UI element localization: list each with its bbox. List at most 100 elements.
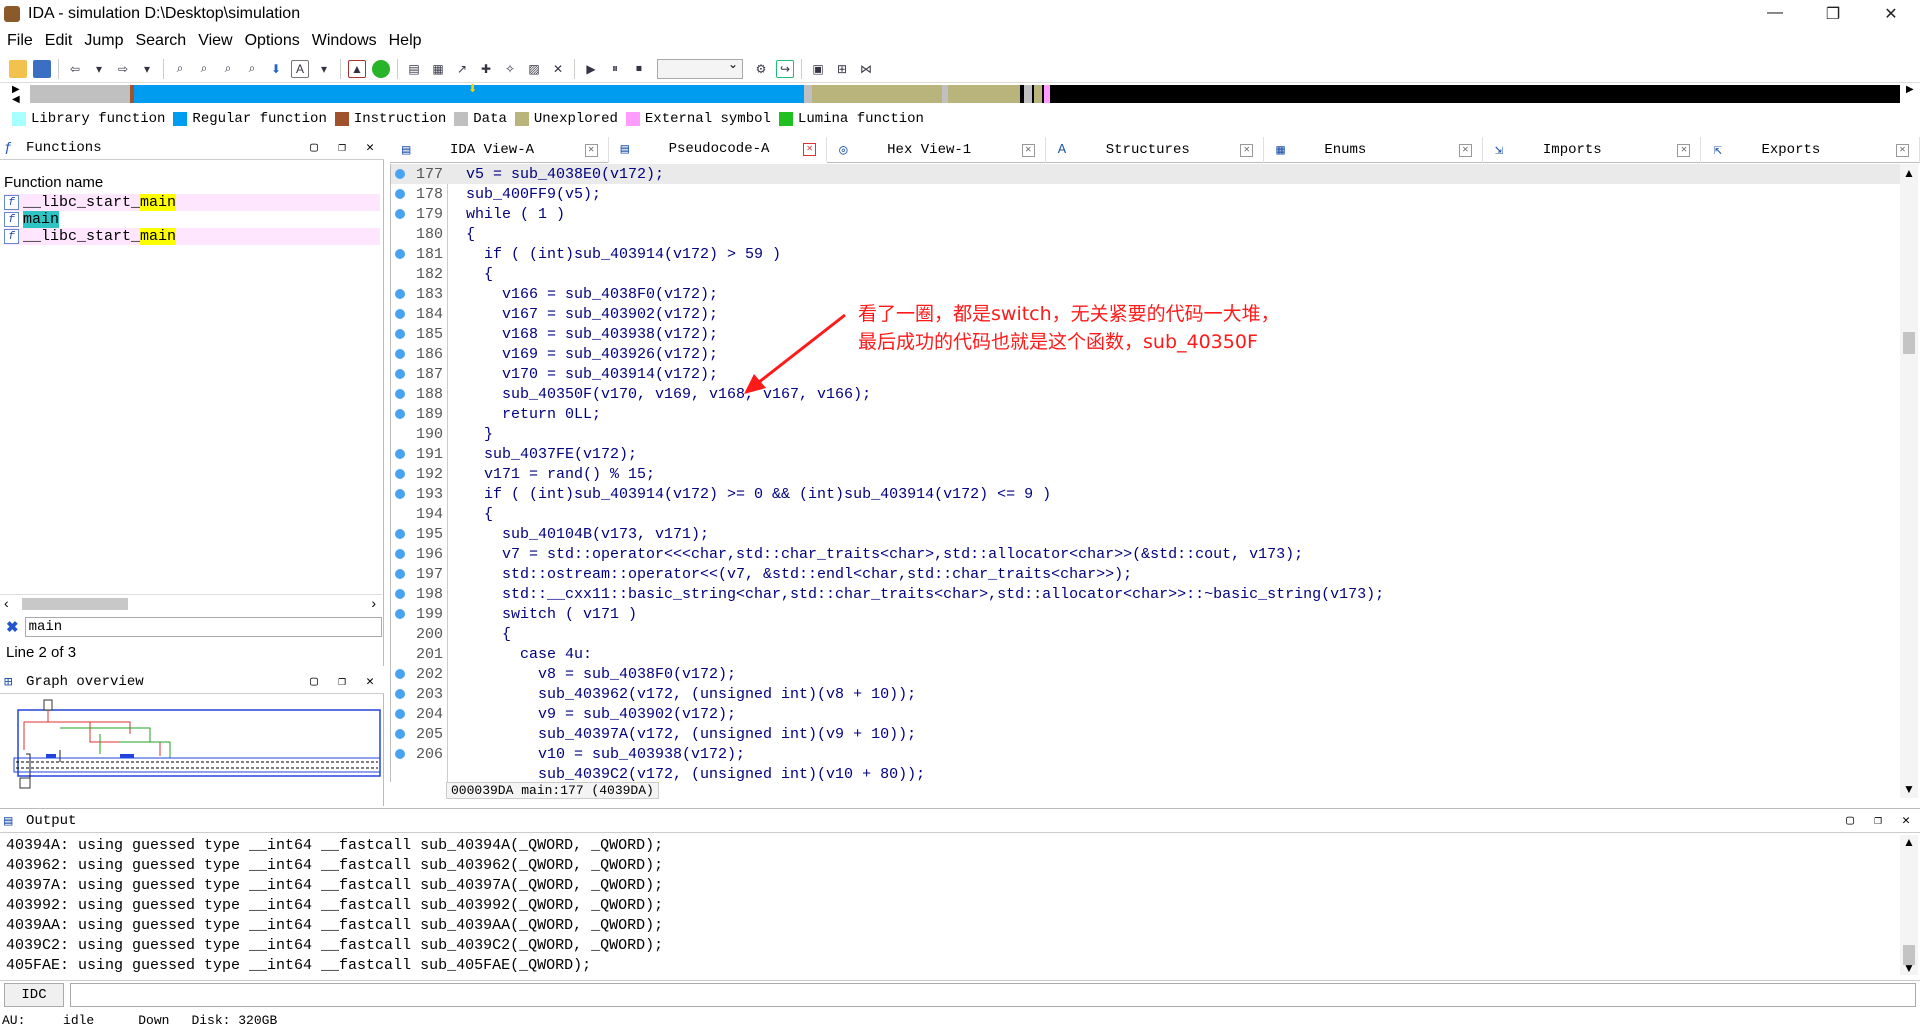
breakpoint-dot-icon[interactable] xyxy=(395,569,405,579)
scroll-up-icon[interactable]: ▲ xyxy=(1903,166,1915,180)
segments-icon[interactable]: ▤ xyxy=(405,60,423,78)
code-line[interactable]: 198 std::__cxx11::basic_string<char,std:… xyxy=(391,584,1900,604)
maximize-button[interactable]: ❐ xyxy=(1804,4,1862,24)
tab-close-icon[interactable]: ✕ xyxy=(803,142,817,156)
attach-icon[interactable]: ⚙ xyxy=(752,60,770,78)
menu-help[interactable]: Help xyxy=(389,32,422,50)
tab-structures[interactable]: A Structures ✕ xyxy=(1046,137,1265,163)
menu-view[interactable]: View xyxy=(198,32,232,50)
cancel-icon[interactable]: ✕ xyxy=(549,60,567,78)
code-line[interactable]: 179 while ( 1 ) xyxy=(391,204,1900,224)
panel-close-icon[interactable]: ✕ xyxy=(356,674,384,689)
functions-hscrollbar[interactable]: ‹ › xyxy=(0,594,382,612)
minimize-button[interactable]: — xyxy=(1746,4,1804,24)
panel-close-icon[interactable]: ✕ xyxy=(356,140,384,155)
code-line[interactable]: 189 return 0LL; xyxy=(391,404,1900,424)
tab-hex-view-1[interactable]: ◎ Hex View-1 ✕ xyxy=(827,137,1046,163)
stop-icon[interactable]: ⏹ xyxy=(630,60,648,78)
breakpoint-dot-icon[interactable] xyxy=(395,589,405,599)
code-line[interactable]: 204 v9 = sub_403902(v172); xyxy=(391,704,1900,724)
scroll-down-icon[interactable]: ▼ xyxy=(1903,782,1915,796)
tab-close-icon[interactable]: ✕ xyxy=(1240,143,1254,157)
panel-close-icon[interactable]: ✕ xyxy=(1892,813,1920,828)
breakpoint-dot-icon[interactable] xyxy=(395,409,405,419)
breakpoint-dot-icon[interactable] xyxy=(395,249,405,259)
code-line[interactable]: 192 v171 = rand() % 15; xyxy=(391,464,1900,484)
breakpoint-dot-icon[interactable] xyxy=(395,289,405,299)
tab-close-icon[interactable]: ✕ xyxy=(1021,143,1035,157)
breakpoint-icon[interactable]: ⊞ xyxy=(833,60,851,78)
code-line[interactable]: 199 switch ( v171 ) xyxy=(391,604,1900,624)
code-line[interactable]: sub_4039C2(v172, (unsigned int)(v10 + 80… xyxy=(391,764,1900,783)
scroll-left-icon[interactable]: ‹ xyxy=(4,595,9,611)
output-vscrollbar[interactable]: ▲ ▼ xyxy=(1900,835,1918,975)
breakpoint-dot-icon[interactable] xyxy=(395,329,405,339)
code-line[interactable]: 202 v8 = sub_4038F0(v172); xyxy=(391,664,1900,684)
pseudocode-view[interactable]: 177 v5 = sub_4038E0(v172); 178 sub_400FF9(v… xyxy=(390,164,1900,782)
binoculars-seq-icon[interactable]: ⌕ xyxy=(195,60,213,78)
clear-filter-icon[interactable]: ✖ xyxy=(6,618,19,636)
code-line[interactable]: 201 case 4u: xyxy=(391,644,1900,664)
breakpoint-dot-icon[interactable] xyxy=(395,309,405,319)
pseudocode-vscrollbar[interactable]: ▲ ▼ xyxy=(1900,164,1918,798)
breakpoint-dot-icon[interactable] xyxy=(395,609,405,619)
graph-overview-canvas[interactable] xyxy=(0,698,384,804)
breakpoint-dot-icon[interactable] xyxy=(395,709,405,719)
tracing-icon[interactable]: ⋈ xyxy=(857,60,875,78)
code-line[interactable]: 181 if ( (int)sub_403914(v172) > 59 ) xyxy=(391,244,1900,264)
text-dropdown-icon[interactable]: ▾ xyxy=(315,60,333,78)
code-line[interactable]: 203 sub_403962(v172, (unsigned int)(v8 +… xyxy=(391,684,1900,704)
tab-close-icon[interactable]: ✕ xyxy=(584,143,598,157)
tab-ida-view-a[interactable]: ▤ IDA View-A ✕ xyxy=(390,137,609,163)
scroll-up-icon[interactable]: ▲ xyxy=(1903,835,1915,849)
function-row[interactable]: f __libc_start_main xyxy=(4,228,380,245)
function-name-column-header[interactable]: Function name xyxy=(4,174,103,191)
breakpoint-dot-icon[interactable] xyxy=(395,489,405,499)
code-line[interactable]: 178 sub_400FF9(v5); xyxy=(391,184,1900,204)
code-line[interactable]: 197 std::ostream::operator<<(v7, &std::e… xyxy=(391,564,1900,584)
nav-right-icon[interactable]: ▶ xyxy=(1906,84,1914,95)
breakpoint-dot-icon[interactable] xyxy=(395,389,405,399)
breakpoint-dot-icon[interactable] xyxy=(395,669,405,679)
save-icon[interactable] xyxy=(33,59,51,78)
open-icon[interactable] xyxy=(9,59,27,78)
binoculars-text-icon[interactable]: ⌕ xyxy=(171,60,189,78)
forward-icon[interactable]: ⇨ xyxy=(114,60,132,78)
menu-windows[interactable]: Windows xyxy=(312,32,377,50)
panel-maximize-icon[interactable]: ▢ xyxy=(300,140,328,155)
breakpoint-dot-icon[interactable] xyxy=(395,689,405,699)
breakpoint-dot-icon[interactable] xyxy=(395,449,405,459)
breakpoint-dot-icon[interactable] xyxy=(395,369,405,379)
code-line[interactable]: 194 { xyxy=(391,504,1900,524)
navigation-bar[interactable] xyxy=(30,85,1900,103)
code-line[interactable]: 200 { xyxy=(391,624,1900,644)
pause-icon[interactable]: ⏸ xyxy=(606,60,624,78)
scroll-down-icon[interactable]: ▼ xyxy=(1903,961,1915,975)
breakpoint-dot-icon[interactable] xyxy=(395,529,405,539)
panel-float-icon[interactable]: ❐ xyxy=(328,140,356,155)
code-line[interactable]: 193 if ( (int)sub_403914(v172) >= 0 && (… xyxy=(391,484,1900,504)
patch-icon[interactable]: ✚ xyxy=(477,60,495,78)
code-line[interactable]: 191 sub_4037FE(v172); xyxy=(391,444,1900,464)
structs-icon[interactable]: ▦ xyxy=(429,60,447,78)
tab-imports[interactable]: ⇲ Imports ✕ xyxy=(1483,137,1702,163)
breakpoint-dot-icon[interactable] xyxy=(395,729,405,739)
function-row-selected[interactable]: f main xyxy=(4,211,380,228)
tab-close-icon[interactable]: ✕ xyxy=(1458,143,1472,157)
funcs-icon[interactable]: ▨ xyxy=(525,60,543,78)
graph-icon[interactable]: ▲ xyxy=(348,59,366,78)
step-icon[interactable]: ↪ xyxy=(776,59,794,78)
code-line[interactable]: 188 sub_40350F(v170, v169, v168, v167, v… xyxy=(391,384,1900,404)
xrefs-icon[interactable]: ↗ xyxy=(453,60,471,78)
jump-down-icon[interactable]: ⬇ xyxy=(267,60,285,78)
code-line[interactable]: 196 v7 = std::operator<<<char,std::char_… xyxy=(391,544,1900,564)
menu-options[interactable]: Options xyxy=(245,32,300,50)
breakpoint-dot-icon[interactable] xyxy=(395,549,405,559)
tab-close-icon[interactable]: ✕ xyxy=(1896,143,1910,157)
code-line[interactable]: 205 sub_40397A(v172, (unsigned int)(v9 +… xyxy=(391,724,1900,744)
breakpoint-dot-icon[interactable] xyxy=(395,349,405,359)
run-green-icon[interactable] xyxy=(372,59,390,78)
tab-enums[interactable]: ▦ Enums ✕ xyxy=(1264,137,1483,163)
navigation-band[interactable]: ▶ ◀ ⬇ ▶ xyxy=(0,83,1920,106)
output-log[interactable]: 40394A: using guessed type __int64 __fas… xyxy=(6,837,663,977)
